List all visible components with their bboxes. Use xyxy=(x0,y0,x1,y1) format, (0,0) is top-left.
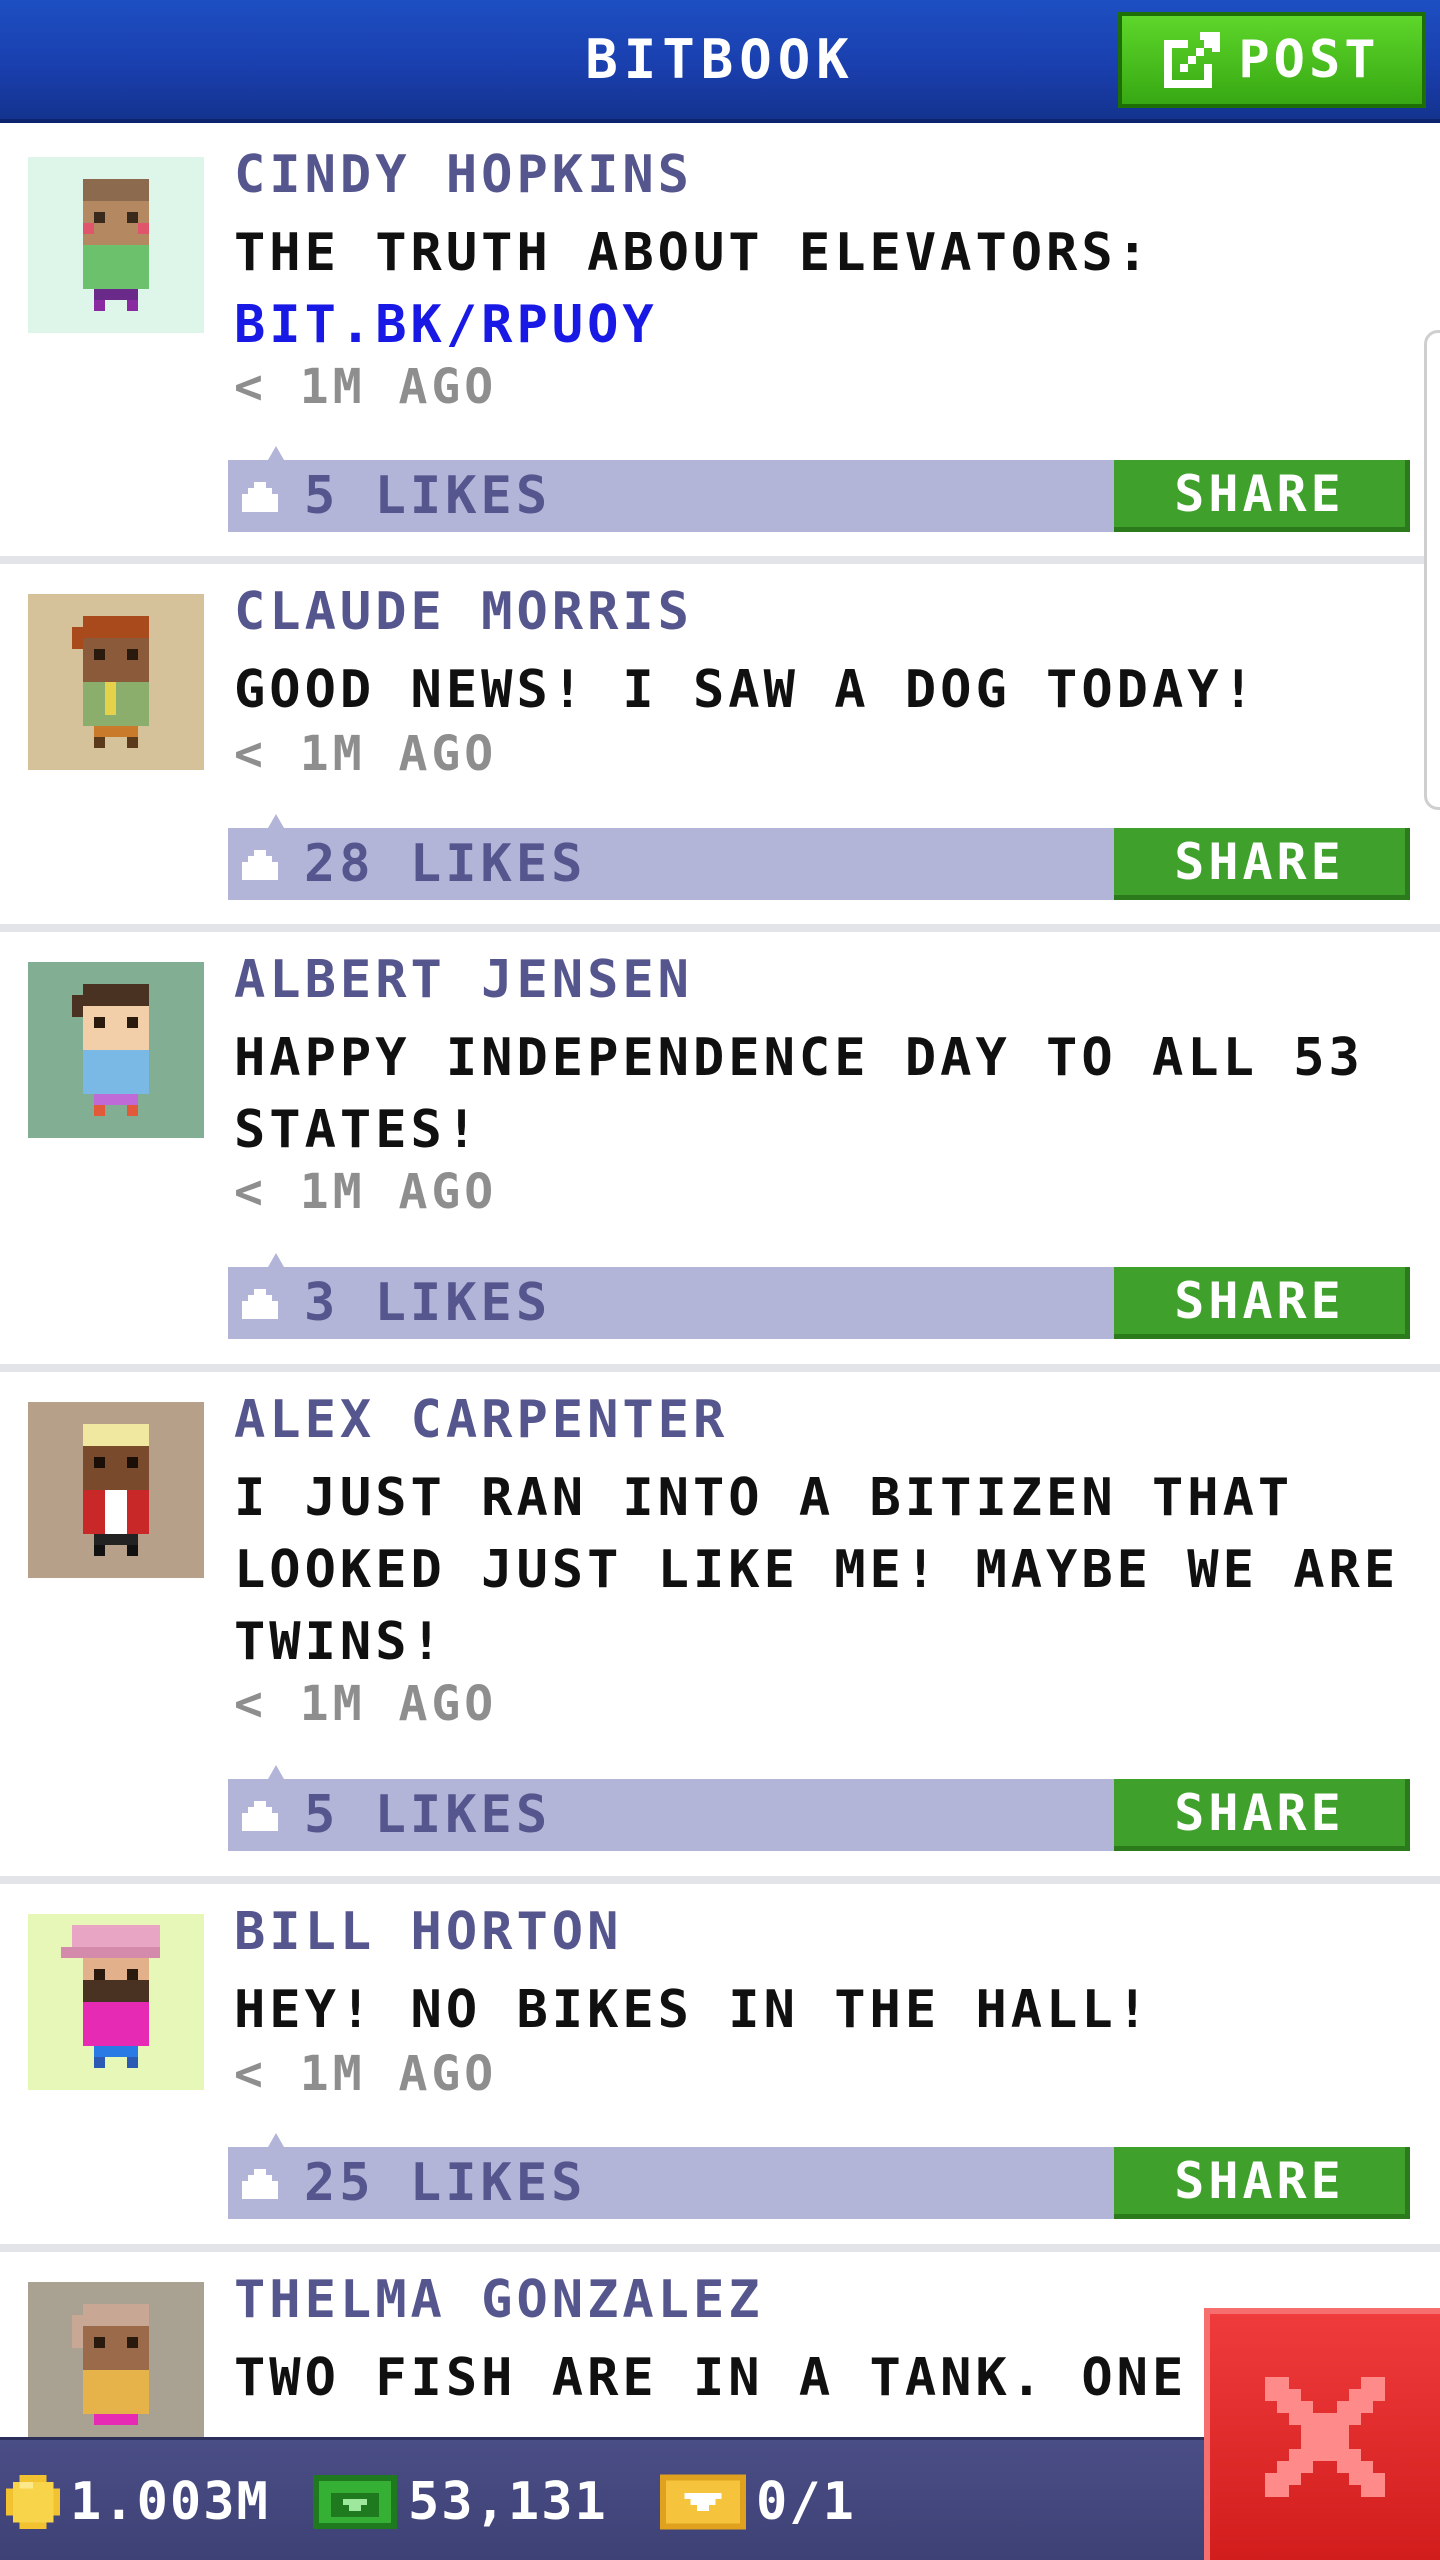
close-icon xyxy=(1265,2377,1385,2497)
avatar[interactable] xyxy=(28,962,204,1138)
post-text: THE TRUTH ABOUT ELEVATORS: BIT.BK/RPUOY xyxy=(234,217,1414,361)
avatar[interactable] xyxy=(28,594,204,770)
like-icon[interactable] xyxy=(242,1289,278,1319)
likes-bar: 28 LIKES SHARE xyxy=(228,814,1410,900)
post-timestamp: < 1M AGO xyxy=(234,1164,498,1220)
likes-bar: 25 LIKES SHARE xyxy=(228,2133,1410,2219)
post-timestamp: < 1M AGO xyxy=(234,726,498,782)
coins-stat[interactable]: 1.003M xyxy=(6,2462,270,2542)
share-button[interactable]: SHARE xyxy=(1114,828,1410,900)
like-icon[interactable] xyxy=(242,1801,278,1831)
post-timestamp: < 1M AGO xyxy=(234,2046,498,2102)
scroll-indicator[interactable] xyxy=(1424,330,1440,810)
bux-stat[interactable]: 53,131 xyxy=(312,2462,608,2542)
share-button[interactable]: SHARE xyxy=(1114,2147,1410,2219)
likes-bar: 5 LIKES SHARE xyxy=(228,446,1410,532)
post-button-label: POST xyxy=(1238,30,1380,90)
post-link[interactable]: BIT.BK/RPUOY xyxy=(234,289,1414,361)
post-feed[interactable]: CINDY HOPKINS THE TRUTH ABOUT ELEVATORS:… xyxy=(0,127,1440,2437)
share-button[interactable]: SHARE xyxy=(1114,1267,1410,1339)
like-icon[interactable] xyxy=(242,850,278,880)
post-button[interactable]: POST xyxy=(1118,12,1426,108)
feed-post: ALEX CARPENTER I JUST RAN INTO A BITIZEN… xyxy=(0,1372,1440,1884)
bux-value: 53,131 xyxy=(408,2472,608,2532)
close-button[interactable] xyxy=(1204,2308,1440,2560)
likes-count: 5 LIKES xyxy=(304,1785,552,1845)
feed-post: BILL HORTON HEY! NO BIKES IN THE HALL! <… xyxy=(0,1884,1440,2252)
post-edit-icon xyxy=(1164,32,1221,88)
post-author[interactable]: ALBERT JENSEN xyxy=(234,950,693,1010)
post-message: I JUST RAN INTO A BITIZEN THAT LOOKED JU… xyxy=(234,1468,1400,1672)
post-author[interactable]: ALEX CARPENTER xyxy=(234,1390,728,1450)
avatar[interactable] xyxy=(28,2282,204,2437)
feed-post: ALBERT JENSEN HAPPY INDEPENDENCE DAY TO … xyxy=(0,932,1440,1372)
share-button[interactable]: SHARE xyxy=(1114,460,1410,532)
avatar[interactable] xyxy=(28,1914,204,2090)
likes-count: 25 LIKES xyxy=(304,2153,587,2213)
cash-icon xyxy=(313,2475,397,2529)
likes-bar: 5 LIKES SHARE xyxy=(228,1765,1410,1851)
feed-post: CINDY HOPKINS THE TRUTH ABOUT ELEVATORS:… xyxy=(0,127,1440,564)
post-author[interactable]: CINDY HOPKINS xyxy=(234,145,693,205)
post-message: THE TRUTH ABOUT ELEVATORS: xyxy=(234,223,1152,283)
post-message: HEY! NO BIKES IN THE HALL! xyxy=(234,1980,1152,2040)
like-icon[interactable] xyxy=(242,482,278,512)
post-author[interactable]: BILL HORTON xyxy=(234,1902,622,1962)
vip-ticket-icon xyxy=(660,2474,746,2530)
vip-stat[interactable]: 0/1 xyxy=(660,2462,856,2542)
coins-value: 1.003M xyxy=(70,2472,270,2532)
likes-count: 3 LIKES xyxy=(304,1273,552,1333)
post-timestamp: < 1M AGO xyxy=(234,1676,498,1732)
coin-icon xyxy=(6,2475,60,2529)
vip-value: 0/1 xyxy=(756,2472,856,2532)
likes-count: 5 LIKES xyxy=(304,466,552,526)
likes-count: 28 LIKES xyxy=(304,834,587,894)
post-author[interactable]: CLAUDE MORRIS xyxy=(234,582,693,642)
post-author[interactable]: THELMA GONZALEZ xyxy=(234,2270,764,2330)
share-button[interactable]: SHARE xyxy=(1114,1779,1410,1851)
post-timestamp: < 1M AGO xyxy=(234,359,498,415)
app-header: BITBOOK POST xyxy=(0,0,1440,123)
like-icon[interactable] xyxy=(242,2169,278,2199)
avatar[interactable] xyxy=(28,1402,204,1578)
likes-bar: 3 LIKES SHARE xyxy=(228,1253,1410,1339)
post-message: GOOD NEWS! I SAW A DOG TODAY! xyxy=(234,660,1258,720)
avatar[interactable] xyxy=(28,157,204,333)
feed-post: CLAUDE MORRIS GOOD NEWS! I SAW A DOG TOD… xyxy=(0,564,1440,932)
post-message: HAPPY INDEPENDENCE DAY TO ALL 53 STATES! xyxy=(234,1028,1364,1160)
